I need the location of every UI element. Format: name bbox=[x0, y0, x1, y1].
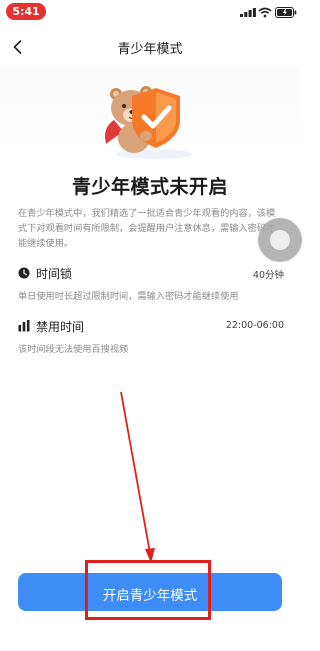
page-title: 青少年模式 bbox=[117, 42, 183, 57]
bar-chart-icon bbox=[18, 320, 30, 332]
disabled-time-title: 禁用时间 bbox=[36, 320, 85, 334]
wifi-icon bbox=[258, 7, 272, 18]
time-lock-title: 时间锁 bbox=[36, 267, 73, 281]
battery-icon bbox=[275, 7, 297, 18]
time-lock-value: 40分钟 bbox=[252, 270, 284, 281]
disabled-time-description: 该时间段无法使用百搜视频 bbox=[18, 344, 129, 355]
youth-mode-headline: 青少年模式未开启 bbox=[71, 176, 228, 198]
signal-icon bbox=[240, 8, 256, 17]
clock-icon bbox=[18, 267, 30, 279]
annotation-highlight-box bbox=[85, 560, 211, 620]
disabled-time-row: 禁用时间 22:00-06:00 bbox=[18, 318, 284, 334]
disabled-time-value: 22:00-06:00 bbox=[225, 320, 284, 331]
youth-mode-description: 在青少年模式中，我们精选了一批适合青少年观看的内容，该模式下对观看时间有所限制，… bbox=[18, 208, 276, 249]
status-time: 5:41 bbox=[6, 3, 46, 20]
nav-header: 青少年模式 bbox=[0, 30, 300, 64]
status-bar: 5:41 bbox=[0, 0, 300, 22]
time-lock-row: 时间锁 40分钟 bbox=[18, 265, 284, 281]
time-lock-description: 单日使用时长超过限制时间，需输入密码才能继续使用 bbox=[18, 291, 239, 302]
bear-shield-illustration bbox=[105, 86, 192, 159]
floating-assistive-touch[interactable] bbox=[258, 218, 302, 262]
